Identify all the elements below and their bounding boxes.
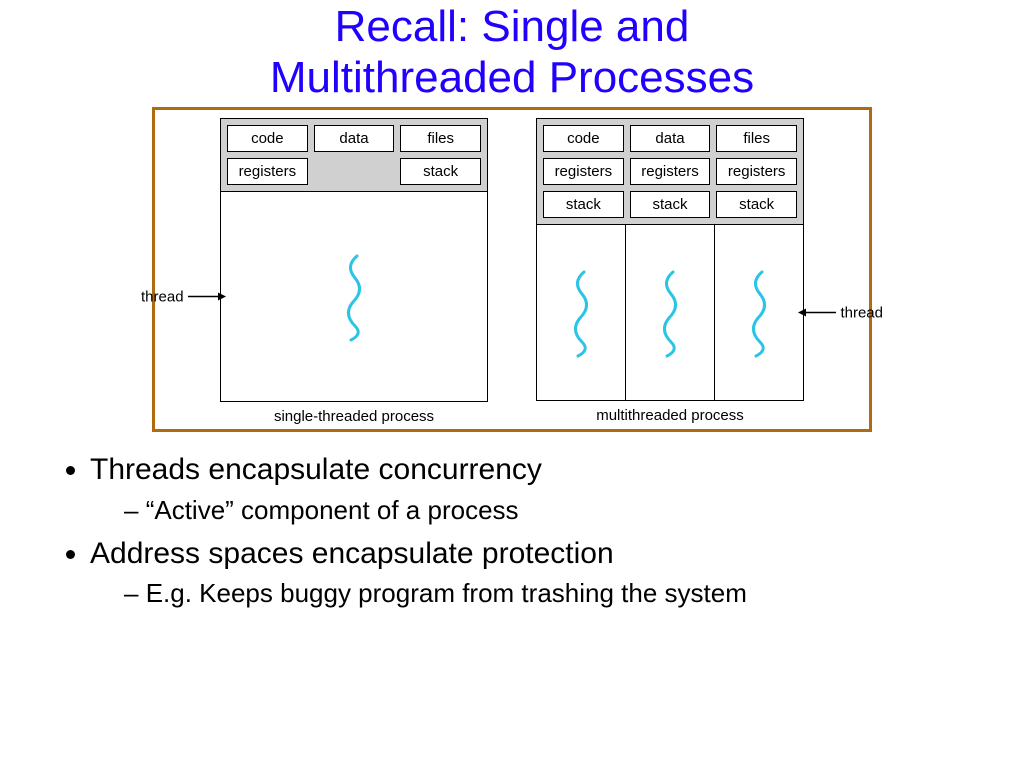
- box-data: data: [314, 125, 395, 152]
- single-shared-area: code data files registers stack: [221, 119, 487, 191]
- box-files: files: [400, 125, 481, 152]
- box-data: data: [630, 125, 711, 152]
- box-code: code: [227, 125, 308, 152]
- single-thread-col: thread: [221, 192, 487, 401]
- thread-label-left: thread: [141, 288, 226, 305]
- box-stack: stack: [400, 158, 481, 185]
- slide-title: Recall: Single and Multithreaded Process…: [0, 0, 1024, 103]
- multi-thread-col-1: [537, 225, 625, 400]
- thread-wavy-icon: [655, 268, 685, 358]
- thread-wavy-icon: [744, 268, 774, 358]
- title-line2: Multithreaded Processes: [270, 53, 754, 102]
- box-stack-1: stack: [543, 191, 624, 218]
- single-caption: single-threaded process: [274, 408, 434, 425]
- bullet-1a: “Active” component of a process: [124, 493, 984, 528]
- title-line1: Recall: Single and: [335, 2, 690, 51]
- box-stack-3: stack: [716, 191, 797, 218]
- box-registers: registers: [227, 158, 308, 185]
- thread-wavy-icon: [339, 252, 369, 342]
- box-stack-2: stack: [630, 191, 711, 218]
- multi-thread-col-3: thread: [714, 225, 803, 400]
- single-thread-area: thread: [221, 191, 487, 401]
- thread-wavy-icon: [566, 268, 596, 358]
- box-code: code: [543, 125, 624, 152]
- box-registers-2: registers: [630, 158, 711, 185]
- multi-shared-area: code data files registers registers regi…: [537, 119, 803, 224]
- arrow-left-icon: [798, 306, 836, 320]
- arrow-right-icon: [188, 290, 226, 304]
- bullet-1: Threads encapsulate concurrency “Active”…: [90, 450, 984, 528]
- thread-text: thread: [141, 288, 184, 305]
- single-threaded-process: code data files registers stack thread: [220, 118, 488, 425]
- multi-thread-col-2: [625, 225, 714, 400]
- box-empty: [314, 158, 395, 185]
- multi-caption: multithreaded process: [596, 407, 744, 424]
- multithreaded-process: code data files registers registers regi…: [536, 118, 804, 424]
- bullet-2-text: Address spaces encapsulate protection: [90, 537, 614, 570]
- diagram-container: code data files registers stack thread: [152, 107, 872, 432]
- thread-text: thread: [840, 304, 883, 321]
- bullet-2: Address spaces encapsulate protection E.…: [90, 534, 984, 612]
- thread-label-right: thread: [798, 304, 883, 321]
- box-registers-1: registers: [543, 158, 624, 185]
- multi-thread-area: thread: [537, 224, 803, 400]
- bullet-list: Threads encapsulate concurrency “Active”…: [90, 450, 984, 611]
- bullet-1-text: Threads encapsulate concurrency: [90, 453, 542, 486]
- bullet-2a: E.g. Keeps buggy program from trashing t…: [124, 576, 984, 611]
- box-files: files: [716, 125, 797, 152]
- box-registers-3: registers: [716, 158, 797, 185]
